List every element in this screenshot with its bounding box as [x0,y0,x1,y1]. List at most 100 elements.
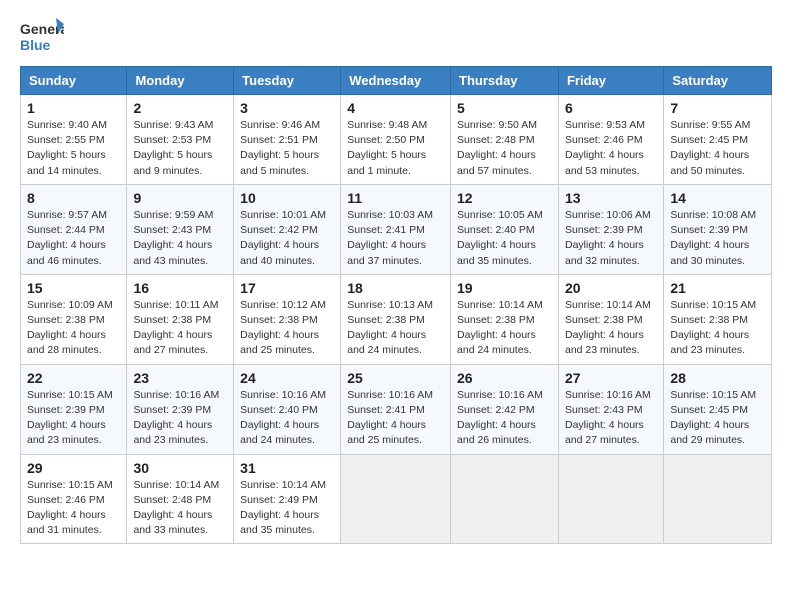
day-header-wednesday: Wednesday [341,67,451,95]
day-number: 27 [565,370,657,386]
day-info: Sunrise: 10:16 AMSunset: 2:39 PMDaylight… [133,388,227,449]
day-number: 6 [565,100,657,116]
day-info: Sunrise: 10:03 AMSunset: 2:41 PMDaylight… [347,208,444,269]
day-number: 29 [27,460,120,476]
day-info: Sunrise: 9:53 AMSunset: 2:46 PMDaylight:… [565,118,657,179]
day-cell: 20 Sunrise: 10:14 AMSunset: 2:38 PMDaylig… [558,274,663,364]
day-number: 26 [457,370,552,386]
day-info: Sunrise: 10:15 AMSunset: 2:45 PMDaylight… [670,388,765,449]
day-cell: 14Sunrise: 10:08 AMSunset: 2:39 PMDaylig… [664,184,772,274]
day-number: 12 [457,190,552,206]
day-number: 14 [670,190,765,206]
day-info: Sunrise: 10:14 AMSunset: 2:38 PMDaylight… [457,298,552,359]
day-number: 5 [457,100,552,116]
day-number: 23 [133,370,227,386]
day-info: Sunrise: 10:01 AMSunset: 2:42 PMDaylight… [240,208,334,269]
day-info: Sunrise: 10:16 AMSunset: 2:40 PMDaylight… [240,388,334,449]
day-cell: 10Sunrise: 10:01 AMSunset: 2:42 PMDaylig… [234,184,341,274]
day-cell: 18 Sunrise: 10:13 AMSunset: 2:38 PMDaylig… [341,274,451,364]
day-cell: 6 Sunrise: 9:53 AMSunset: 2:46 PMDaylight… [558,95,663,185]
day-info: Sunrise: 9:43 AMSunset: 2:53 PMDaylight:… [133,118,227,179]
day-cell: 15 Sunrise: 10:09 AMSunset: 2:38 PMDaylig… [21,274,127,364]
day-number: 3 [240,100,334,116]
day-cell: 11 Sunrise: 10:03 AMSunset: 2:41 PMDaylig… [341,184,451,274]
day-cell: 28 Sunrise: 10:15 AMSunset: 2:45 PMDaylig… [664,364,772,454]
svg-text:Blue: Blue [20,37,51,53]
day-info: Sunrise: 9:50 AMSunset: 2:48 PMDaylight:… [457,118,552,179]
day-cell: 13 Sunrise: 10:06 AMSunset: 2:39 PMDaylig… [558,184,663,274]
day-cell: 8Sunrise: 9:57 AMSunset: 2:44 PMDaylight… [21,184,127,274]
day-info: Sunrise: 10:15 AMSunset: 2:46 PMDaylight… [27,478,120,539]
day-number: 11 [347,190,444,206]
day-number: 24 [240,370,334,386]
day-number: 7 [670,100,765,116]
day-cell: 2Sunrise: 9:43 AMSunset: 2:53 PMDaylight… [127,95,234,185]
day-info: Sunrise: 10:15 AMSunset: 2:38 PMDaylight… [670,298,765,359]
day-info: Sunrise: 10:16 AMSunset: 2:41 PMDaylight… [347,388,444,449]
day-number: 1 [27,100,120,116]
day-info: Sunrise: 10:14 AMSunset: 2:48 PMDaylight… [133,478,227,539]
week-row-4: 22 Sunrise: 10:15 AMSunset: 2:39 PMDaylig… [21,364,772,454]
day-number: 31 [240,460,334,476]
day-cell [558,454,663,544]
day-info: Sunrise: 10:09 AMSunset: 2:38 PMDaylight… [27,298,120,359]
day-number: 19 [457,280,552,296]
day-header-sunday: Sunday [21,67,127,95]
day-info: Sunrise: 10:13 AMSunset: 2:38 PMDaylight… [347,298,444,359]
day-number: 21 [670,280,765,296]
day-info: Sunrise: 10:14 AMSunset: 2:49 PMDaylight… [240,478,334,539]
day-cell: 1 Sunrise: 9:40 AMSunset: 2:55 PMDaylight… [21,95,127,185]
day-cell: 7 Sunrise: 9:55 AMSunset: 2:45 PMDaylight… [664,95,772,185]
day-number: 17 [240,280,334,296]
day-cell [341,454,451,544]
day-info: Sunrise: 9:40 AMSunset: 2:55 PMDaylight:… [27,118,120,179]
day-number: 13 [565,190,657,206]
day-cell: 9Sunrise: 9:59 AMSunset: 2:43 PMDaylight… [127,184,234,274]
day-header-tuesday: Tuesday [234,67,341,95]
day-number: 16 [133,280,227,296]
logo: GeneralBlue [20,16,64,56]
day-number: 25 [347,370,444,386]
week-row-5: 29 Sunrise: 10:15 AMSunset: 2:46 PMDaylig… [21,454,772,544]
day-cell [664,454,772,544]
day-number: 22 [27,370,120,386]
calendar-header: SundayMondayTuesdayWednesdayThursdayFrid… [21,67,772,95]
day-cell: 12Sunrise: 10:05 AMSunset: 2:40 PMDaylig… [451,184,559,274]
day-cell: 29 Sunrise: 10:15 AMSunset: 2:46 PMDaylig… [21,454,127,544]
day-info: Sunrise: 10:16 AMSunset: 2:42 PMDaylight… [457,388,552,449]
day-number: 20 [565,280,657,296]
day-header-monday: Monday [127,67,234,95]
day-info: Sunrise: 9:46 AMSunset: 2:51 PMDaylight:… [240,118,334,179]
day-number: 30 [133,460,227,476]
day-info: Sunrise: 10:06 AMSunset: 2:39 PMDaylight… [565,208,657,269]
day-cell: 21 Sunrise: 10:15 AMSunset: 2:38 PMDaylig… [664,274,772,364]
calendar-body: 1 Sunrise: 9:40 AMSunset: 2:55 PMDaylight… [21,95,772,544]
day-info: Sunrise: 10:14 AMSunset: 2:38 PMDaylight… [565,298,657,359]
day-info: Sunrise: 10:15 AMSunset: 2:39 PMDaylight… [27,388,120,449]
week-row-3: 15 Sunrise: 10:09 AMSunset: 2:38 PMDaylig… [21,274,772,364]
day-info: Sunrise: 9:48 AMSunset: 2:50 PMDaylight:… [347,118,444,179]
day-info: Sunrise: 9:55 AMSunset: 2:45 PMDaylight:… [670,118,765,179]
day-cell: 16 Sunrise: 10:11 AMSunset: 2:38 PMDaylig… [127,274,234,364]
day-number: 15 [27,280,120,296]
logo-svg: GeneralBlue [20,16,64,56]
day-cell: 3 Sunrise: 9:46 AMSunset: 2:51 PMDaylight… [234,95,341,185]
page: GeneralBlue SundayMondayTuesdayWednesday… [0,0,792,560]
week-row-1: 1 Sunrise: 9:40 AMSunset: 2:55 PMDaylight… [21,95,772,185]
header: GeneralBlue [20,16,772,56]
day-cell: 17 Sunrise: 10:12 AMSunset: 2:38 PMDaylig… [234,274,341,364]
day-header-thursday: Thursday [451,67,559,95]
day-cell: 26 Sunrise: 10:16 AMSunset: 2:42 PMDaylig… [451,364,559,454]
day-cell: 22 Sunrise: 10:15 AMSunset: 2:39 PMDaylig… [21,364,127,454]
day-header-saturday: Saturday [664,67,772,95]
day-number: 18 [347,280,444,296]
day-cell: 23 Sunrise: 10:16 AMSunset: 2:39 PMDaylig… [127,364,234,454]
day-cell: 31 Sunrise: 10:14 AMSunset: 2:49 PMDaylig… [234,454,341,544]
week-row-2: 8Sunrise: 9:57 AMSunset: 2:44 PMDaylight… [21,184,772,274]
day-info: Sunrise: 10:11 AMSunset: 2:38 PMDaylight… [133,298,227,359]
day-number: 9 [133,190,227,206]
day-info: Sunrise: 10:12 AMSunset: 2:38 PMDaylight… [240,298,334,359]
day-cell: 25 Sunrise: 10:16 AMSunset: 2:41 PMDaylig… [341,364,451,454]
day-number: 28 [670,370,765,386]
day-info: Sunrise: 9:57 AMSunset: 2:44 PMDaylight:… [27,208,120,269]
